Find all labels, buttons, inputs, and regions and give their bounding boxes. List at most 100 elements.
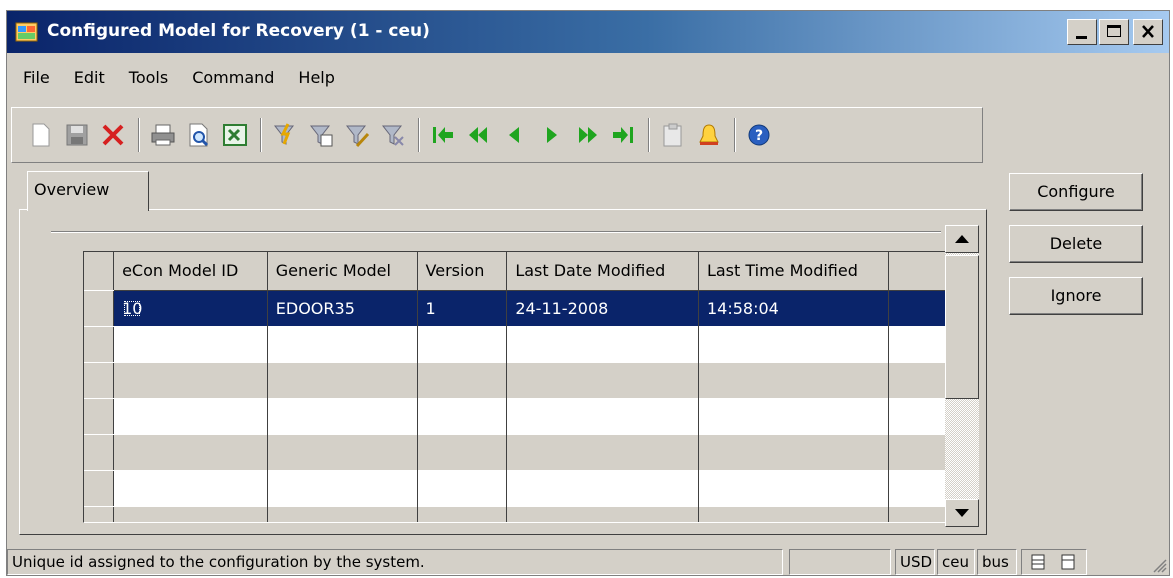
configure-button[interactable]: Configure [1009, 173, 1143, 211]
column-header-last-time-modified[interactable]: Last Time Modified [698, 252, 889, 291]
new-icon [32, 123, 50, 147]
cell-version[interactable]: 1 [417, 290, 508, 326]
application-window: Configured Model for Recovery (1 - ceu) … [6, 10, 1170, 576]
filter-by-selection-icon [273, 123, 295, 145]
previous-page-button[interactable] [462, 116, 496, 154]
close-icon [1142, 25, 1154, 38]
maximize-icon [1107, 25, 1121, 37]
records-grid: eCon Model ID Generic Model Version Last… [83, 251, 953, 523]
column-header-empty [888, 252, 952, 291]
next-record-icon [547, 127, 557, 143]
table-row[interactable] [84, 470, 952, 507]
resize-grip[interactable] [1151, 557, 1167, 573]
first-record-icon [433, 127, 453, 143]
close-button[interactable] [1133, 19, 1163, 45]
remove-filter-button[interactable] [376, 116, 410, 154]
advanced-filter-button[interactable] [340, 116, 374, 154]
row-selector[interactable] [84, 434, 115, 471]
delete-icon [102, 124, 124, 146]
column-header-model-id[interactable]: eCon Model ID [113, 252, 268, 291]
minimize-icon [1076, 36, 1087, 39]
scroll-up-button[interactable] [945, 225, 979, 253]
table-row[interactable] [84, 362, 952, 399]
delete-button[interactable] [96, 116, 130, 154]
arrow-up-icon [955, 235, 969, 243]
help-button[interactable]: ? [742, 116, 776, 154]
app-icon [15, 22, 38, 42]
scrollbar-thumb[interactable] [945, 255, 979, 399]
window-title: Configured Model for Recovery (1 - ceu) [47, 21, 430, 41]
previous-record-button[interactable] [498, 116, 532, 154]
cell-model-id[interactable]: 10 [113, 290, 268, 326]
row-selector[interactable] [84, 398, 115, 435]
row-selector[interactable] [84, 326, 115, 363]
table-row[interactable] [84, 326, 952, 363]
grid-corner [84, 252, 115, 291]
column-header-generic-model[interactable]: Generic Model [267, 252, 418, 291]
document-handling-button[interactable] [656, 116, 690, 154]
toolbar-separator [260, 118, 262, 152]
table-row[interactable] [84, 506, 952, 522]
menu-command[interactable]: Command [182, 67, 284, 93]
export-excel-icon [223, 124, 247, 146]
table-row[interactable] [84, 434, 952, 471]
filter-by-grid-icon [309, 125, 333, 147]
cell-last-time-modified[interactable]: 14:58:04 [698, 290, 889, 326]
status-user: bus [977, 549, 1017, 575]
new-button[interactable] [24, 116, 58, 154]
filter-by-grid-button[interactable] [304, 116, 338, 154]
export-excel-button[interactable] [218, 116, 252, 154]
row-selector[interactable] [84, 470, 115, 507]
next-record-button[interactable] [534, 116, 568, 154]
title-bar[interactable]: Configured Model for Recovery (1 - ceu) [7, 11, 1169, 53]
toolbar-separator [138, 118, 140, 152]
menu-edit[interactable]: Edit [64, 67, 115, 93]
menu-tools[interactable]: Tools [119, 67, 178, 93]
print-preview-icon [189, 123, 209, 147]
print-preview-button[interactable] [182, 116, 216, 154]
column-header-version[interactable]: Version [417, 252, 508, 291]
ignore-button[interactable]: Ignore [1009, 277, 1143, 315]
row-selector[interactable] [84, 290, 115, 327]
scroll-down-button[interactable] [945, 499, 979, 527]
cell-generic-model[interactable]: EDOOR35 [267, 290, 418, 326]
status-help-text: Unique id assigned to the configuration … [7, 549, 783, 575]
maximize-button[interactable] [1099, 19, 1129, 45]
alert-button[interactable] [692, 116, 726, 154]
print-icon [151, 124, 175, 146]
row-selector[interactable] [84, 362, 115, 399]
minimize-button[interactable] [1067, 19, 1097, 45]
next-page-icon [579, 127, 597, 143]
last-record-button[interactable] [606, 116, 640, 154]
cell-model-id-value: 10 [122, 298, 143, 318]
toolbar-separator [418, 118, 420, 152]
menu-file[interactable]: File [13, 67, 60, 93]
previous-record-icon [509, 127, 519, 143]
divider [51, 231, 941, 233]
last-record-icon [613, 127, 633, 143]
status-bar: Unique id assigned to the configuration … [7, 545, 1169, 575]
tab-overview[interactable]: Overview [27, 171, 149, 211]
next-page-button[interactable] [570, 116, 604, 154]
previous-page-icon [469, 127, 487, 143]
help-icon: ? [748, 124, 770, 146]
print-button[interactable] [146, 116, 180, 154]
cell-last-date-modified[interactable]: 24-11-2008 [506, 290, 699, 326]
menu-help[interactable]: Help [288, 67, 344, 93]
first-record-button[interactable] [426, 116, 460, 154]
remove-filter-icon [381, 125, 404, 146]
filter-by-selection-button[interactable] [268, 116, 302, 154]
table-row[interactable] [84, 398, 952, 435]
row-selector[interactable] [84, 506, 115, 522]
status-icon-panel [1021, 549, 1087, 575]
advanced-filter-icon [345, 125, 370, 148]
column-header-last-date-modified[interactable]: Last Date Modified [506, 252, 699, 291]
database-icon [1031, 554, 1075, 570]
cell-empty [888, 290, 952, 326]
document-handling-icon [663, 123, 682, 147]
table-row[interactable]: 10 EDOOR35 1 24-11-2008 14:58:04 [84, 290, 952, 327]
save-button[interactable] [60, 116, 94, 154]
delete-button[interactable]: Delete [1009, 225, 1143, 263]
svg-text:?: ? [755, 128, 763, 144]
vertical-scrollbar[interactable] [945, 225, 979, 527]
